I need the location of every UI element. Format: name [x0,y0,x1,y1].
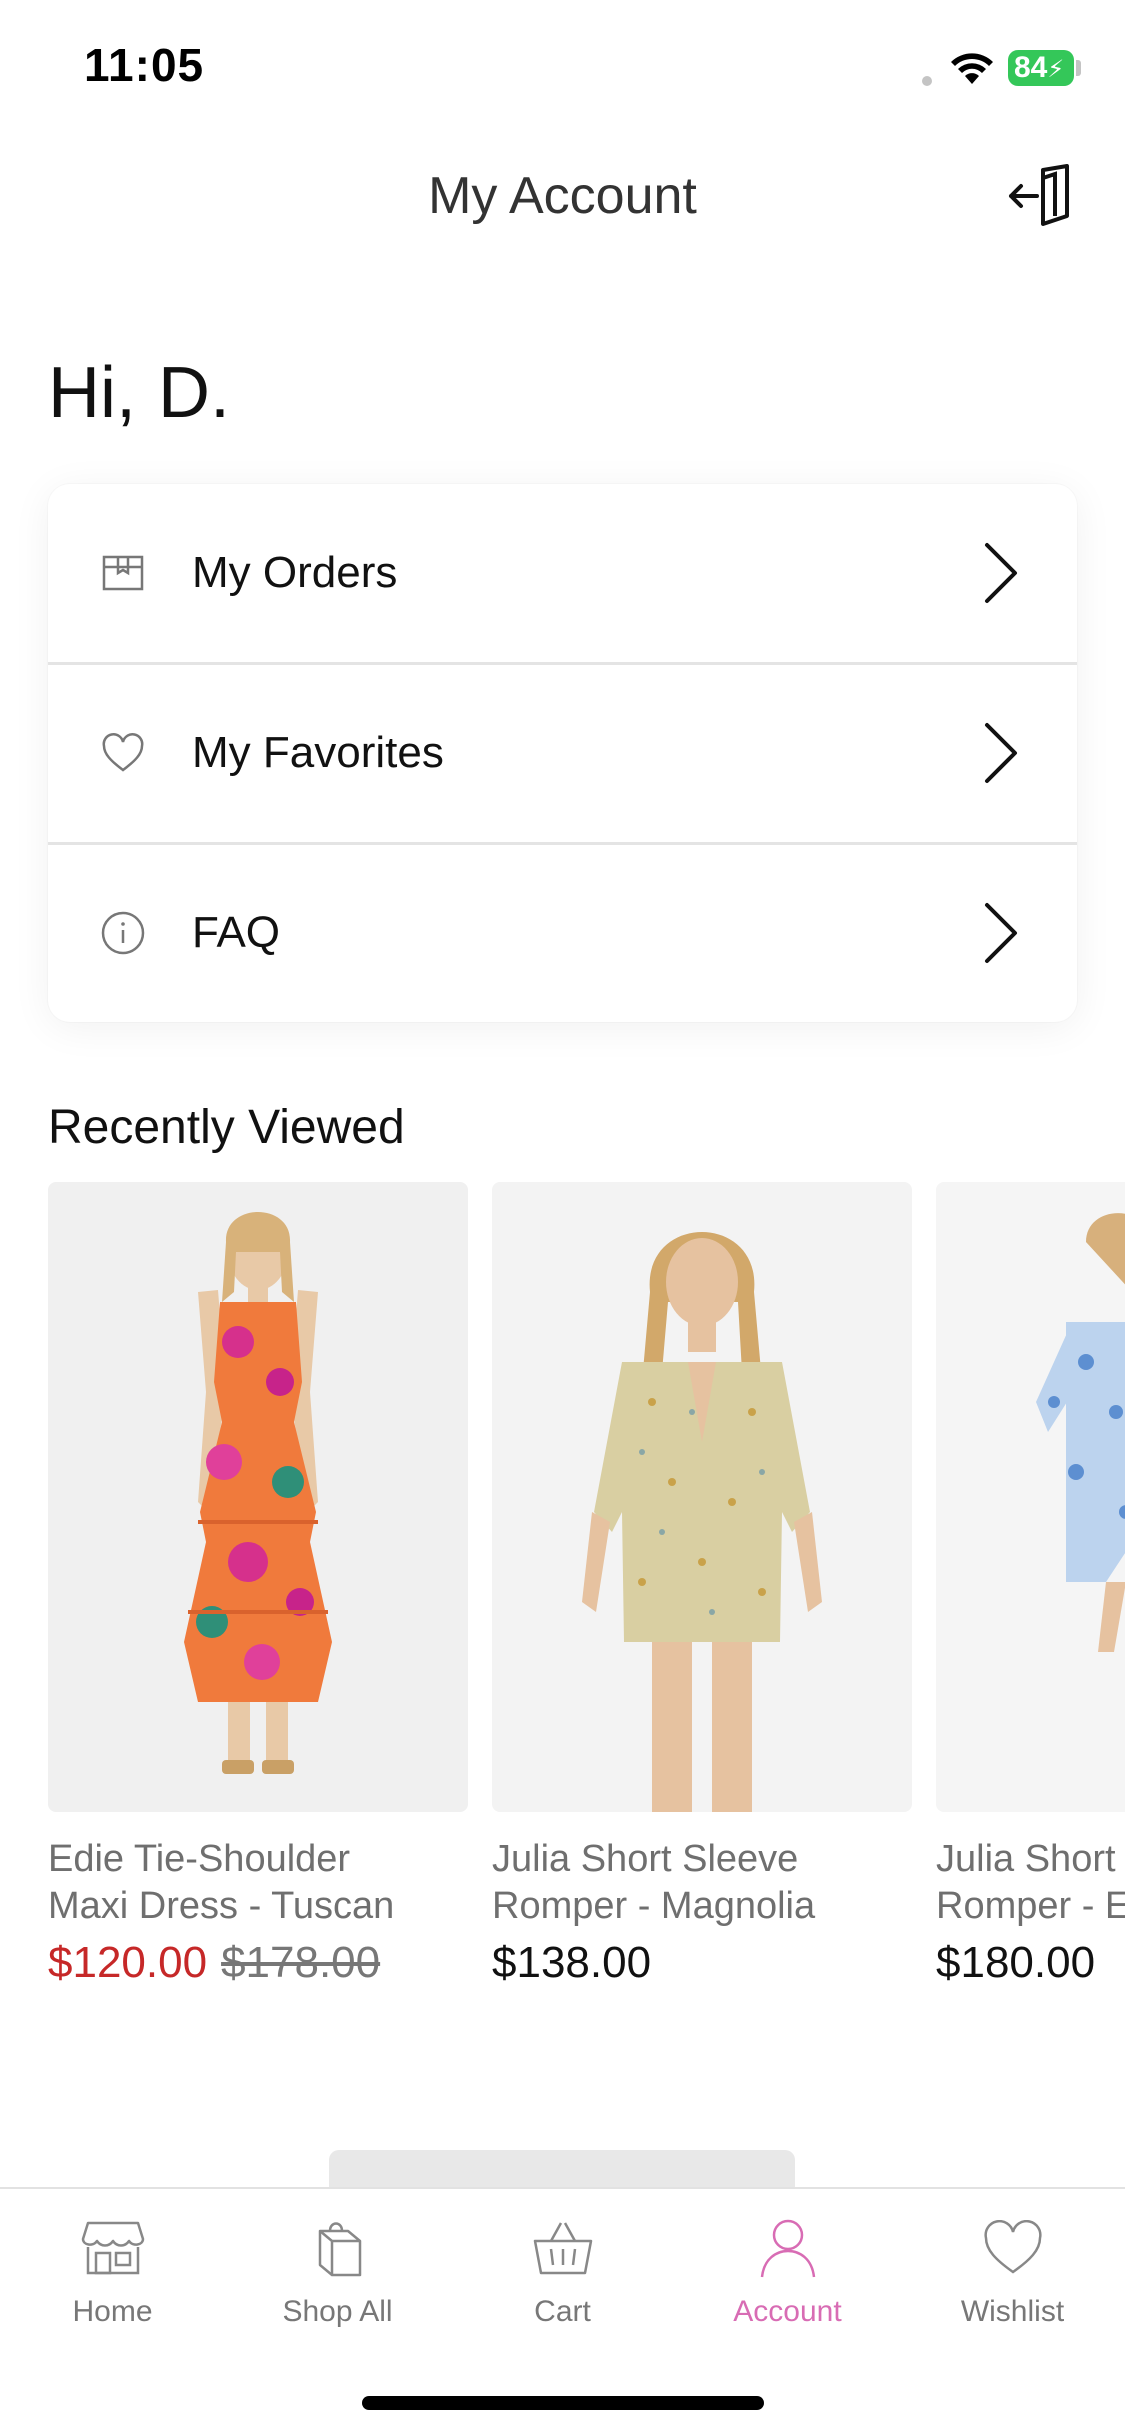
logout-icon [1009,164,1069,226]
dress-photo [184,1212,332,1774]
greeting-name: D. [158,353,230,433]
product-name-line: Julia Short [936,1838,1116,1880]
product-card[interactable]: Edie Tie-Shoulder Maxi Dress - Tuscan $1… [48,1182,468,1988]
box-icon [100,550,146,596]
battery-level: 84 [1014,51,1048,84]
home-indicator [362,2396,764,2410]
wifi-icon [951,53,993,84]
tab-wishlist[interactable]: Wishlist [900,2189,1125,2359]
chevron-right-icon [985,903,1017,963]
bottom-sheet-handle[interactable] [329,2150,795,2188]
product-card[interactable]: Julia Short Romper - E $180.00 [936,1182,1125,1988]
status-bar: 11:05 84⚡ [0,0,1125,140]
greeting: Hi, D. [48,352,252,434]
logout-button[interactable] [1000,160,1080,232]
price: $138.00 [492,1938,652,1987]
product-name-line: Romper - Magnolia [492,1885,816,1927]
product-image[interactable] [48,1182,468,1812]
product-name[interactable]: Julia Short Sleeve Romper - Magnolia [492,1836,912,1930]
product-name-line: Edie Tie-Shoulder [48,1838,351,1880]
product-name[interactable]: Julia Short Romper - E [936,1836,1125,1930]
tab-label: Home [72,2295,153,2328]
menu-item-my-favorites[interactable]: My Favorites [48,664,1077,842]
product-name[interactable]: Edie Tie-Shoulder Maxi Dress - Tuscan [48,1836,468,1930]
person-icon [753,2217,823,2279]
product-price: $138.00 [492,1938,912,1988]
greeting-hi: Hi, [48,353,136,433]
account-menu: My Orders My Favorites FAQ [48,484,1077,1022]
tab-cart[interactable]: Cart [450,2189,675,2359]
menu-label: My Orders [192,548,398,597]
tab-label: Account [733,2295,842,2328]
heart-icon [978,2217,1048,2279]
shopping-bag-icon [303,2217,373,2279]
price: $180.00 [936,1938,1096,1987]
tab-account[interactable]: Account [675,2189,900,2359]
menu-label: My Favorites [192,728,444,777]
product-card[interactable]: Julia Short Sleeve Romper - Magnolia $13… [492,1182,912,1988]
info-icon [100,910,146,956]
tab-shop-all[interactable]: Shop All [225,2189,450,2359]
product-image[interactable] [936,1182,1125,1812]
original-price: $178.00 [221,1938,381,1987]
tab-label: Wishlist [960,2295,1065,2328]
status-dot [922,76,932,86]
storefront-icon [78,2217,148,2279]
sale-price: $120.00 [48,1938,208,1987]
product-name-line: Romper - E [936,1885,1125,1927]
battery-icon: 84⚡ [1008,50,1074,86]
recently-viewed-title: Recently Viewed [48,1101,405,1154]
product-price: $120.00 $178.00 [48,1938,468,1988]
menu-label: FAQ [192,908,281,957]
page-title: My Account [428,167,697,225]
menu-item-faq[interactable]: FAQ [48,844,1077,1022]
battery-nub [1076,60,1081,76]
product-image[interactable] [492,1182,912,1812]
tab-home[interactable]: Home [0,2189,225,2359]
chevron-right-icon [985,543,1017,603]
heart-icon [100,730,146,776]
product-name-line: Julia Short Sleeve [492,1838,799,1880]
romper-photo [582,1232,822,1812]
recently-viewed-carousel[interactable]: Edie Tie-Shoulder Maxi Dress - Tuscan $1… [0,1182,1125,2012]
menu-item-my-orders[interactable]: My Orders [48,484,1077,662]
romper-photo [1036,1213,1125,1652]
product-price: $180.00 [936,1938,1125,1988]
tab-label: Cart [534,2295,591,2328]
basket-icon [528,2217,598,2279]
product-name-line: Maxi Dress - Tuscan [48,1885,395,1927]
chevron-right-icon [985,723,1017,783]
tab-label: Shop All [282,2295,393,2328]
status-time: 11:05 [84,39,205,91]
